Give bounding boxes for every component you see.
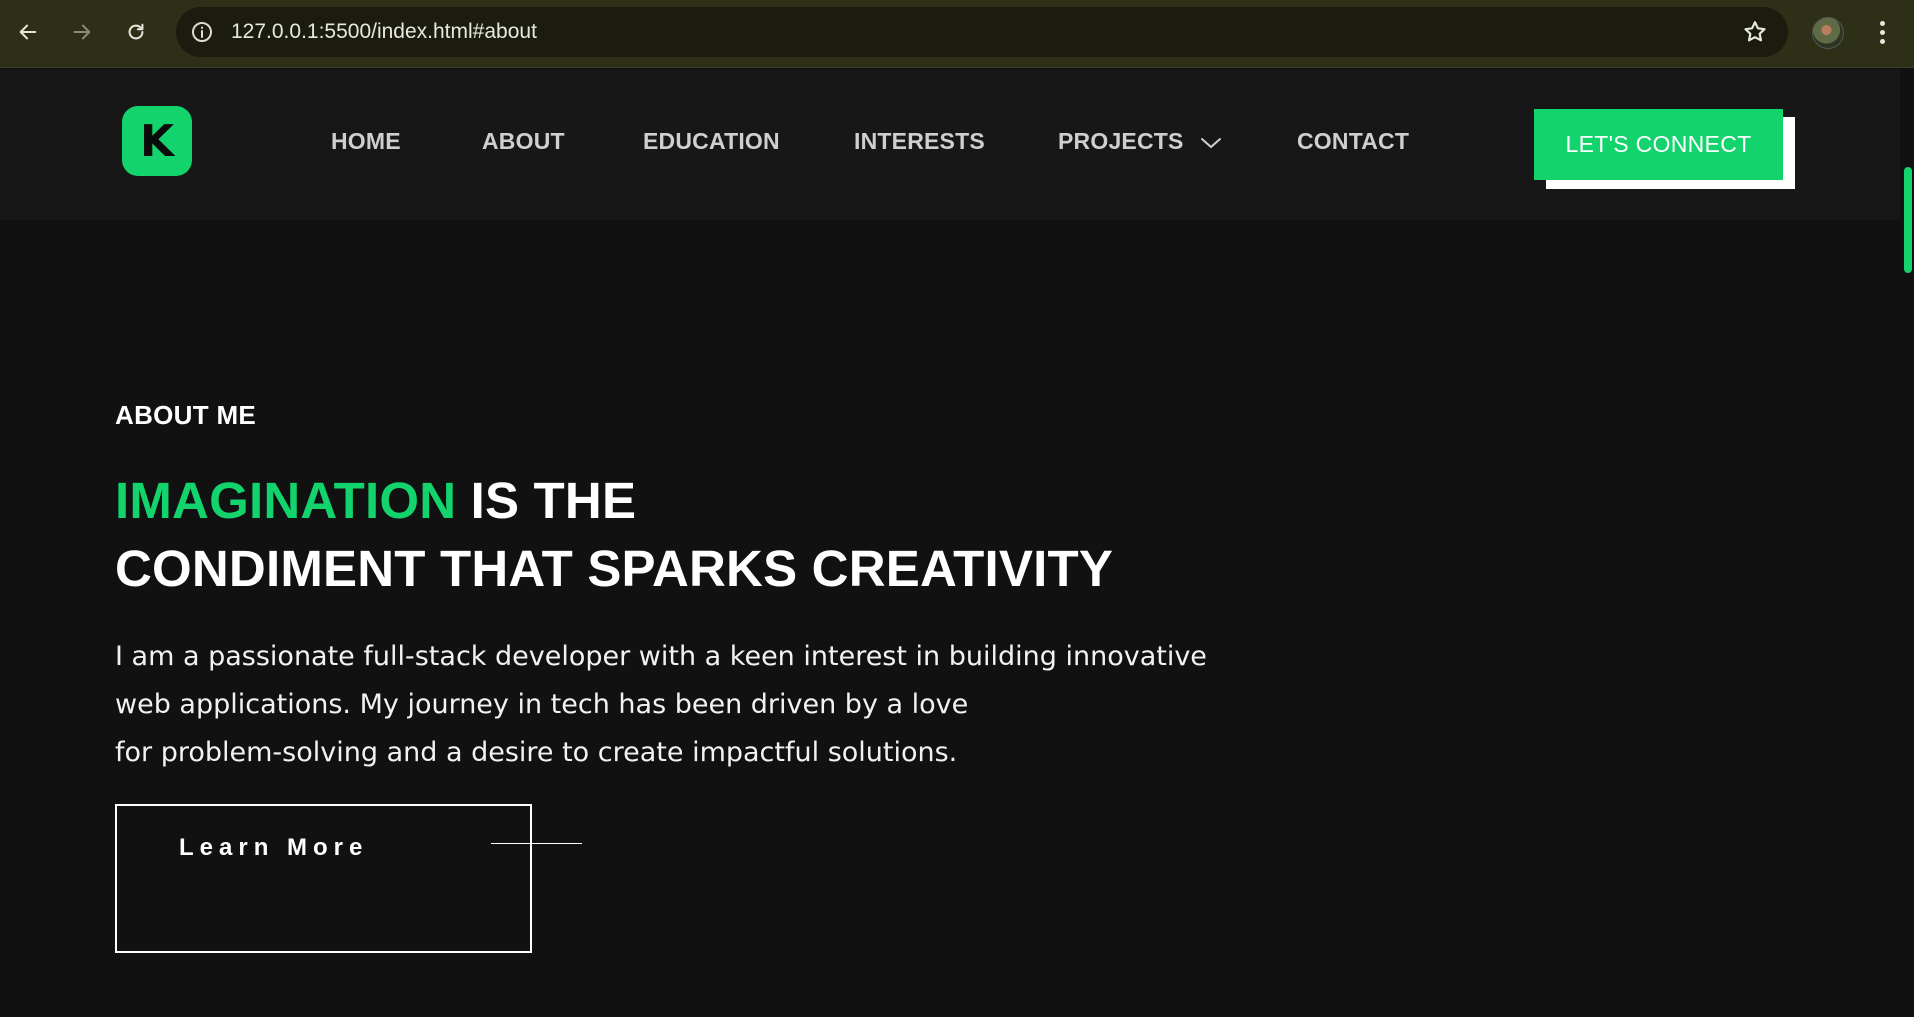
nav-contact[interactable]: CONTACT bbox=[1297, 119, 1409, 163]
nav-education[interactable]: EDUCATION bbox=[643, 119, 780, 163]
lets-connect-button[interactable]: LET'S CONNECT bbox=[1534, 109, 1783, 180]
site-header: K HOME ABOUT EDUCATION INTERESTS PROJECT… bbox=[0, 69, 1900, 220]
paragraph-line: web applications. My journey in tech has… bbox=[115, 689, 969, 720]
back-button[interactable] bbox=[10, 14, 46, 50]
reload-icon bbox=[128, 23, 144, 40]
chevron-down-icon bbox=[1201, 137, 1222, 148]
reload-button[interactable] bbox=[118, 14, 154, 50]
site-logo[interactable]: K bbox=[122, 106, 192, 176]
headline-rest: IS THE bbox=[456, 472, 637, 529]
logo-letter: K bbox=[139, 115, 175, 167]
learn-more-label: Learn More bbox=[179, 834, 369, 861]
headline-accent: IMAGINATION bbox=[115, 472, 457, 529]
url-text[interactable]: 127.0.0.1:5500/index.html#about bbox=[231, 7, 537, 57]
nav-interests[interactable]: INTERESTS bbox=[854, 119, 985, 163]
nav-home[interactable]: HOME bbox=[331, 119, 401, 163]
address-bar[interactable]: 127.0.0.1:5500/index.html#about bbox=[176, 7, 1788, 57]
headline-line-2: CONDIMENT THAT SPARKS CREATIVITY bbox=[115, 540, 1114, 597]
paragraph-line: I am a passionate full-stack developer w… bbox=[115, 641, 1207, 672]
learn-more-line bbox=[491, 843, 582, 844]
forward-button[interactable] bbox=[64, 14, 100, 50]
nav-projects[interactable]: PROJECTS bbox=[1058, 119, 1222, 163]
about-paragraph: I am a passionate full-stack developer w… bbox=[115, 633, 1275, 777]
paragraph-line: for problem-solving and a desire to crea… bbox=[115, 737, 958, 768]
nav-projects-label: PROJECTS bbox=[1058, 128, 1184, 154]
about-headline: IMAGINATION IS THE CONDIMENT THAT SPARKS… bbox=[115, 467, 1113, 603]
scrollbar-thumb[interactable] bbox=[1904, 167, 1912, 273]
arrow-right-icon bbox=[73, 24, 91, 40]
arrow-left-icon bbox=[19, 24, 37, 40]
star-icon[interactable] bbox=[1742, 19, 1768, 45]
browser-toolbar: 127.0.0.1:5500/index.html#about bbox=[0, 0, 1914, 68]
learn-more-button[interactable]: Learn More bbox=[115, 804, 532, 953]
profile-avatar[interactable] bbox=[1812, 17, 1844, 49]
web-page: K HOME ABOUT EDUCATION INTERESTS PROJECT… bbox=[0, 69, 1900, 1017]
nav-about[interactable]: ABOUT bbox=[482, 119, 565, 163]
page-scrollbar[interactable] bbox=[1900, 69, 1914, 1017]
info-icon[interactable] bbox=[190, 20, 214, 44]
kebab-menu-icon[interactable] bbox=[1868, 14, 1896, 50]
section-eyebrow: ABOUT ME bbox=[115, 400, 257, 430]
